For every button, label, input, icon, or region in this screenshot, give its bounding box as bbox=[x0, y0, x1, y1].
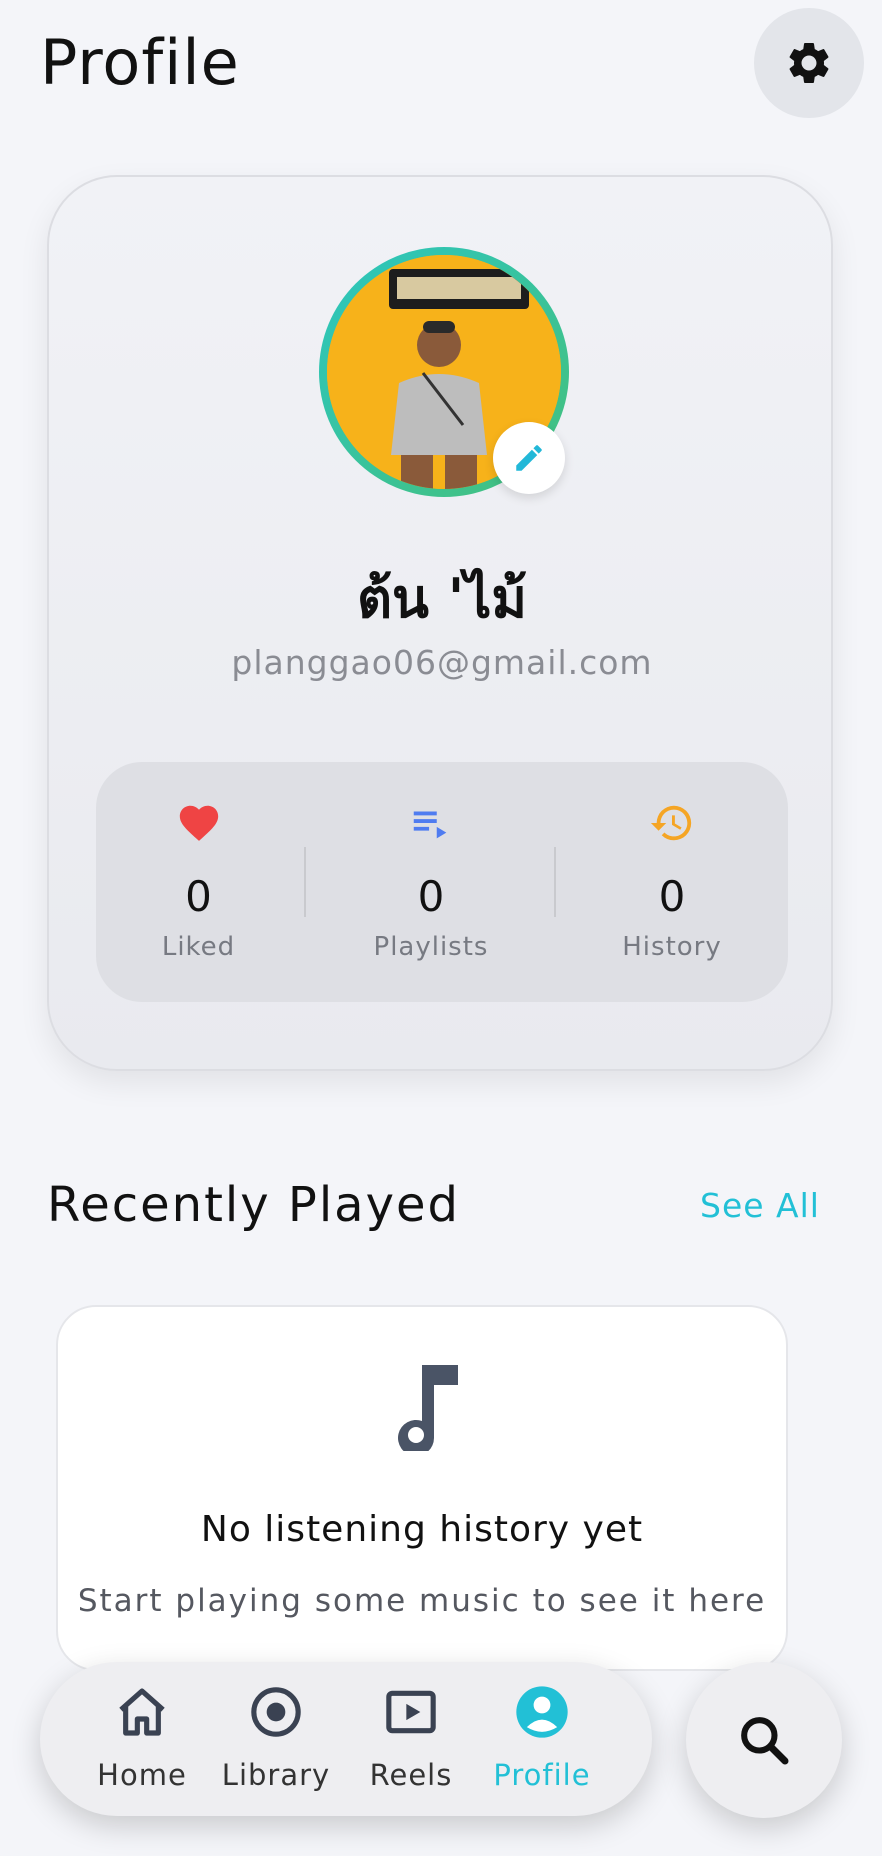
pencil-icon bbox=[516, 445, 542, 471]
bottom-nav: Home Library Reels Profile bbox=[40, 1662, 652, 1816]
profile-icon bbox=[516, 1686, 568, 1738]
stat-label: History bbox=[622, 932, 722, 962]
heart-icon bbox=[179, 805, 218, 841]
stat-label: Playlists bbox=[373, 932, 489, 962]
user-email: planggao06@gmail.com bbox=[231, 643, 653, 682]
stat-history[interactable]: 0 History bbox=[556, 762, 788, 1002]
stat-playlists[interactable]: 0 Playlists bbox=[306, 762, 556, 1002]
stat-label: Liked bbox=[161, 932, 236, 962]
stats-panel: 0 Liked 0 Playlists 0 History bbox=[96, 762, 788, 1002]
nav-profile[interactable]: Profile bbox=[477, 1662, 607, 1816]
edit-avatar-button[interactable] bbox=[493, 422, 565, 494]
user-name: ต้น 'ไม้ bbox=[356, 567, 528, 630]
nav-label: Library bbox=[221, 1758, 331, 1792]
see-all-link[interactable]: See All bbox=[700, 1186, 820, 1225]
empty-subtitle: Start playing some music to see it here bbox=[77, 1583, 767, 1619]
playlist-icon bbox=[413, 811, 447, 839]
gear-icon bbox=[789, 42, 829, 83]
reels-icon bbox=[386, 1690, 436, 1734]
stat-count: 0 bbox=[185, 872, 212, 921]
empty-history-card: No listening history yet Start playing s… bbox=[56, 1305, 788, 1671]
stat-count: 0 bbox=[417, 872, 445, 921]
search-icon bbox=[741, 1717, 789, 1765]
settings-button[interactable] bbox=[754, 8, 864, 118]
nav-library[interactable]: Library bbox=[211, 1662, 341, 1816]
stat-liked[interactable]: 0 Liked bbox=[96, 762, 301, 1002]
section-title: Recently Played bbox=[47, 1177, 460, 1233]
nav-reels[interactable]: Reels bbox=[346, 1662, 476, 1816]
page-title: Profile bbox=[40, 26, 240, 99]
library-icon bbox=[251, 1687, 301, 1737]
stat-count: 0 bbox=[658, 872, 686, 921]
search-button[interactable] bbox=[686, 1662, 842, 1818]
nav-label: Profile bbox=[493, 1758, 591, 1792]
music-note-icon bbox=[398, 1365, 458, 1451]
nav-label: Reels bbox=[369, 1758, 453, 1792]
home-icon bbox=[119, 1688, 165, 1736]
empty-title: No listening history yet bbox=[200, 1509, 644, 1550]
history-icon bbox=[650, 805, 692, 841]
profile-card: ต้น 'ไม้ planggao06@gmail.com 0 Liked 0 … bbox=[47, 175, 833, 1071]
nav-home[interactable]: Home bbox=[77, 1662, 207, 1816]
nav-label: Home bbox=[97, 1758, 187, 1792]
